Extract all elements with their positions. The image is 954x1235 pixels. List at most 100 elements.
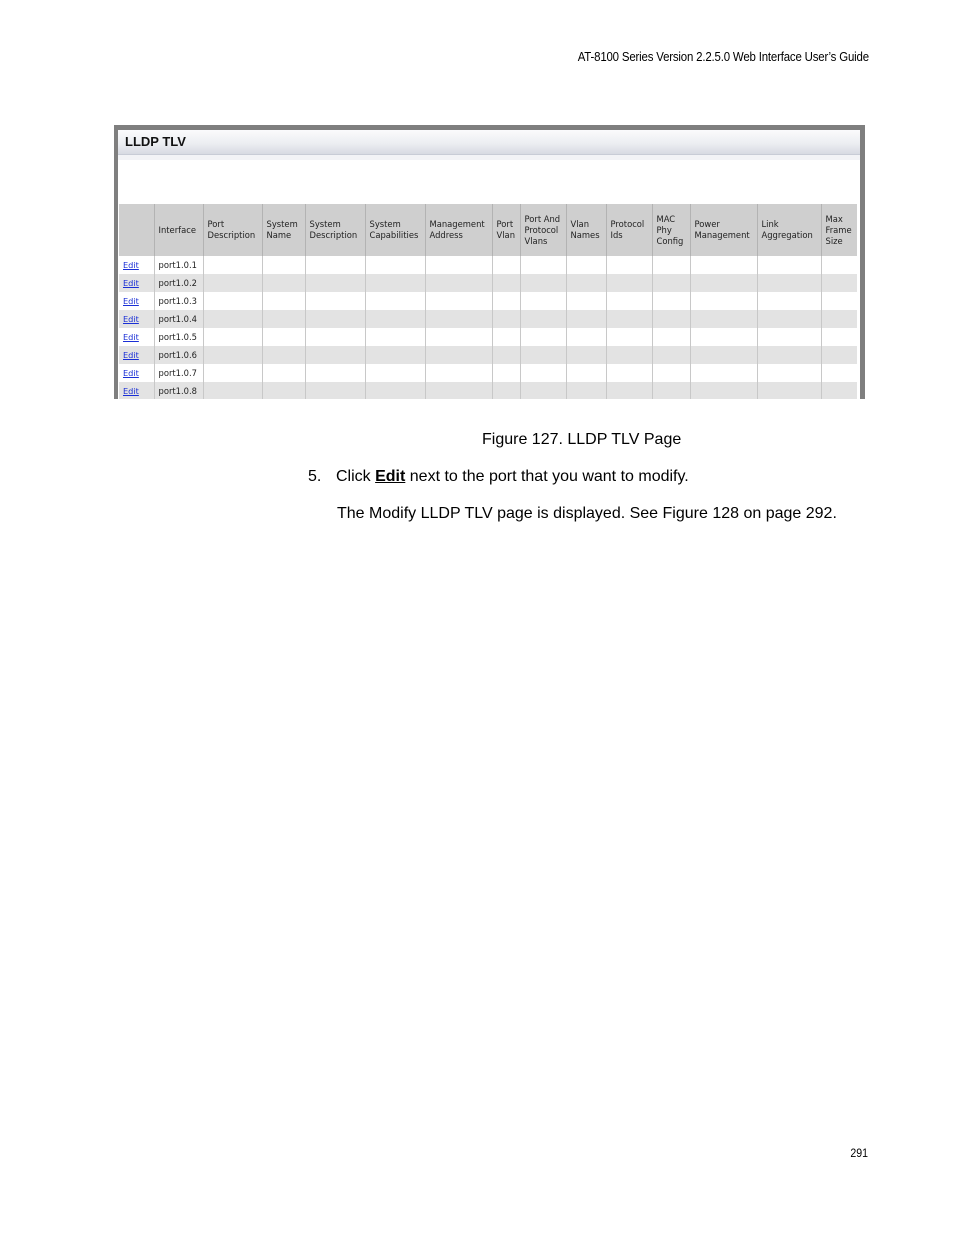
table-cell — [203, 382, 263, 399]
table-cell — [520, 256, 567, 274]
column-header: Protocol Ids — [606, 204, 653, 256]
running-header: AT-8100 Series Version 2.2.5.0 Web Inter… — [577, 49, 869, 64]
edit-link[interactable]: Edit — [123, 296, 139, 306]
table-cell — [652, 292, 691, 310]
edit-cell: Edit — [119, 346, 155, 364]
table-cell — [690, 364, 758, 382]
table-cell — [365, 346, 426, 364]
table-cell — [203, 346, 263, 364]
table-cell — [566, 274, 607, 292]
table-cell — [821, 364, 857, 382]
edit-link[interactable]: Edit — [123, 278, 139, 288]
table-cell — [492, 292, 521, 310]
table-cell — [821, 274, 857, 292]
page-number: 291 — [850, 1146, 868, 1160]
lldp-tlv-table: Interface Port Description System Name Syst… — [119, 204, 857, 399]
table-row: Edit port1.0.2 — [119, 274, 857, 292]
table-cell — [520, 292, 567, 310]
panel-title: LLDP TLV — [125, 134, 186, 149]
edit-cell: Edit — [119, 274, 155, 292]
table-cell — [365, 274, 426, 292]
table-cell — [365, 328, 426, 346]
table-cell — [262, 292, 306, 310]
interface-cell: port1.0.8 — [154, 382, 204, 399]
table-cell — [606, 292, 653, 310]
table-cell — [757, 310, 822, 328]
table-cell — [203, 364, 263, 382]
edit-link[interactable]: Edit — [123, 314, 139, 324]
table-row: Edit port1.0.1 — [119, 256, 857, 274]
table-cell — [757, 274, 822, 292]
table-cell — [690, 274, 758, 292]
panel-title-bar: LLDP TLV — [118, 130, 860, 155]
table-header-row: Interface Port Description System Name Syst… — [119, 204, 857, 256]
table-cell — [305, 292, 366, 310]
figure-screenshot: LLDP TLV Interface Port Description Syst… — [114, 125, 865, 399]
edit-cell: Edit — [119, 328, 155, 346]
table-cell — [606, 310, 653, 328]
table-cell — [305, 382, 366, 399]
table-cell — [606, 256, 653, 274]
edit-link[interactable]: Edit — [123, 368, 139, 378]
table-cell — [606, 328, 653, 346]
table-row: Edit port1.0.6 — [119, 346, 857, 364]
table-cell — [262, 256, 306, 274]
column-header: MAC Phy Config — [652, 204, 691, 256]
panel-spacer — [118, 160, 860, 204]
table-cell — [821, 310, 857, 328]
table-cell — [305, 274, 366, 292]
column-header-edit — [119, 204, 155, 256]
interface-cell: port1.0.3 — [154, 292, 204, 310]
table-body: Edit port1.0.1 Edit port1.0.2 Edit port1.0.3 E… — [119, 256, 857, 399]
table-cell — [566, 256, 607, 274]
table-row: Edit port1.0.5 — [119, 328, 857, 346]
edit-link[interactable]: Edit — [123, 350, 139, 360]
table-cell — [821, 292, 857, 310]
table-cell — [425, 346, 493, 364]
table-cell — [652, 328, 691, 346]
table-cell — [652, 382, 691, 399]
table-row: Edit port1.0.8 — [119, 382, 857, 399]
table-cell — [690, 310, 758, 328]
edit-link[interactable]: Edit — [123, 386, 139, 396]
table-cell — [305, 364, 366, 382]
table-cell — [262, 274, 306, 292]
edit-cell: Edit — [119, 364, 155, 382]
column-header: System Name — [262, 204, 306, 256]
table-cell — [203, 256, 263, 274]
table-cell — [365, 256, 426, 274]
table-cell — [690, 256, 758, 274]
edit-cell: Edit — [119, 310, 155, 328]
table-cell — [492, 328, 521, 346]
table-cell — [566, 382, 607, 399]
table-cell — [652, 364, 691, 382]
table-row: Edit port1.0.4 — [119, 310, 857, 328]
column-header: Interface — [154, 204, 204, 256]
table-cell — [821, 328, 857, 346]
table-cell — [425, 382, 493, 399]
table-cell — [520, 328, 567, 346]
table-cell — [425, 328, 493, 346]
interface-cell: port1.0.2 — [154, 274, 204, 292]
interface-cell: port1.0.7 — [154, 364, 204, 382]
table-cell — [425, 364, 493, 382]
column-header: System Capabilities — [365, 204, 426, 256]
table-cell — [520, 310, 567, 328]
table-cell — [492, 274, 521, 292]
step-prefix: Click — [336, 468, 376, 485]
table-cell — [492, 346, 521, 364]
table-cell — [757, 382, 822, 399]
edit-link[interactable]: Edit — [123, 332, 139, 342]
step-number: 5. — [308, 468, 322, 485]
body-paragraph: The Modify LLDP TLV page is displayed. S… — [337, 505, 837, 522]
table-cell — [492, 256, 521, 274]
table-cell — [652, 274, 691, 292]
table-cell — [492, 382, 521, 399]
table-cell — [690, 382, 758, 399]
table-cell — [690, 328, 758, 346]
table-cell — [652, 310, 691, 328]
table-cell — [606, 382, 653, 399]
table-cell — [365, 310, 426, 328]
edit-link[interactable]: Edit — [123, 260, 139, 270]
table-cell — [566, 346, 607, 364]
